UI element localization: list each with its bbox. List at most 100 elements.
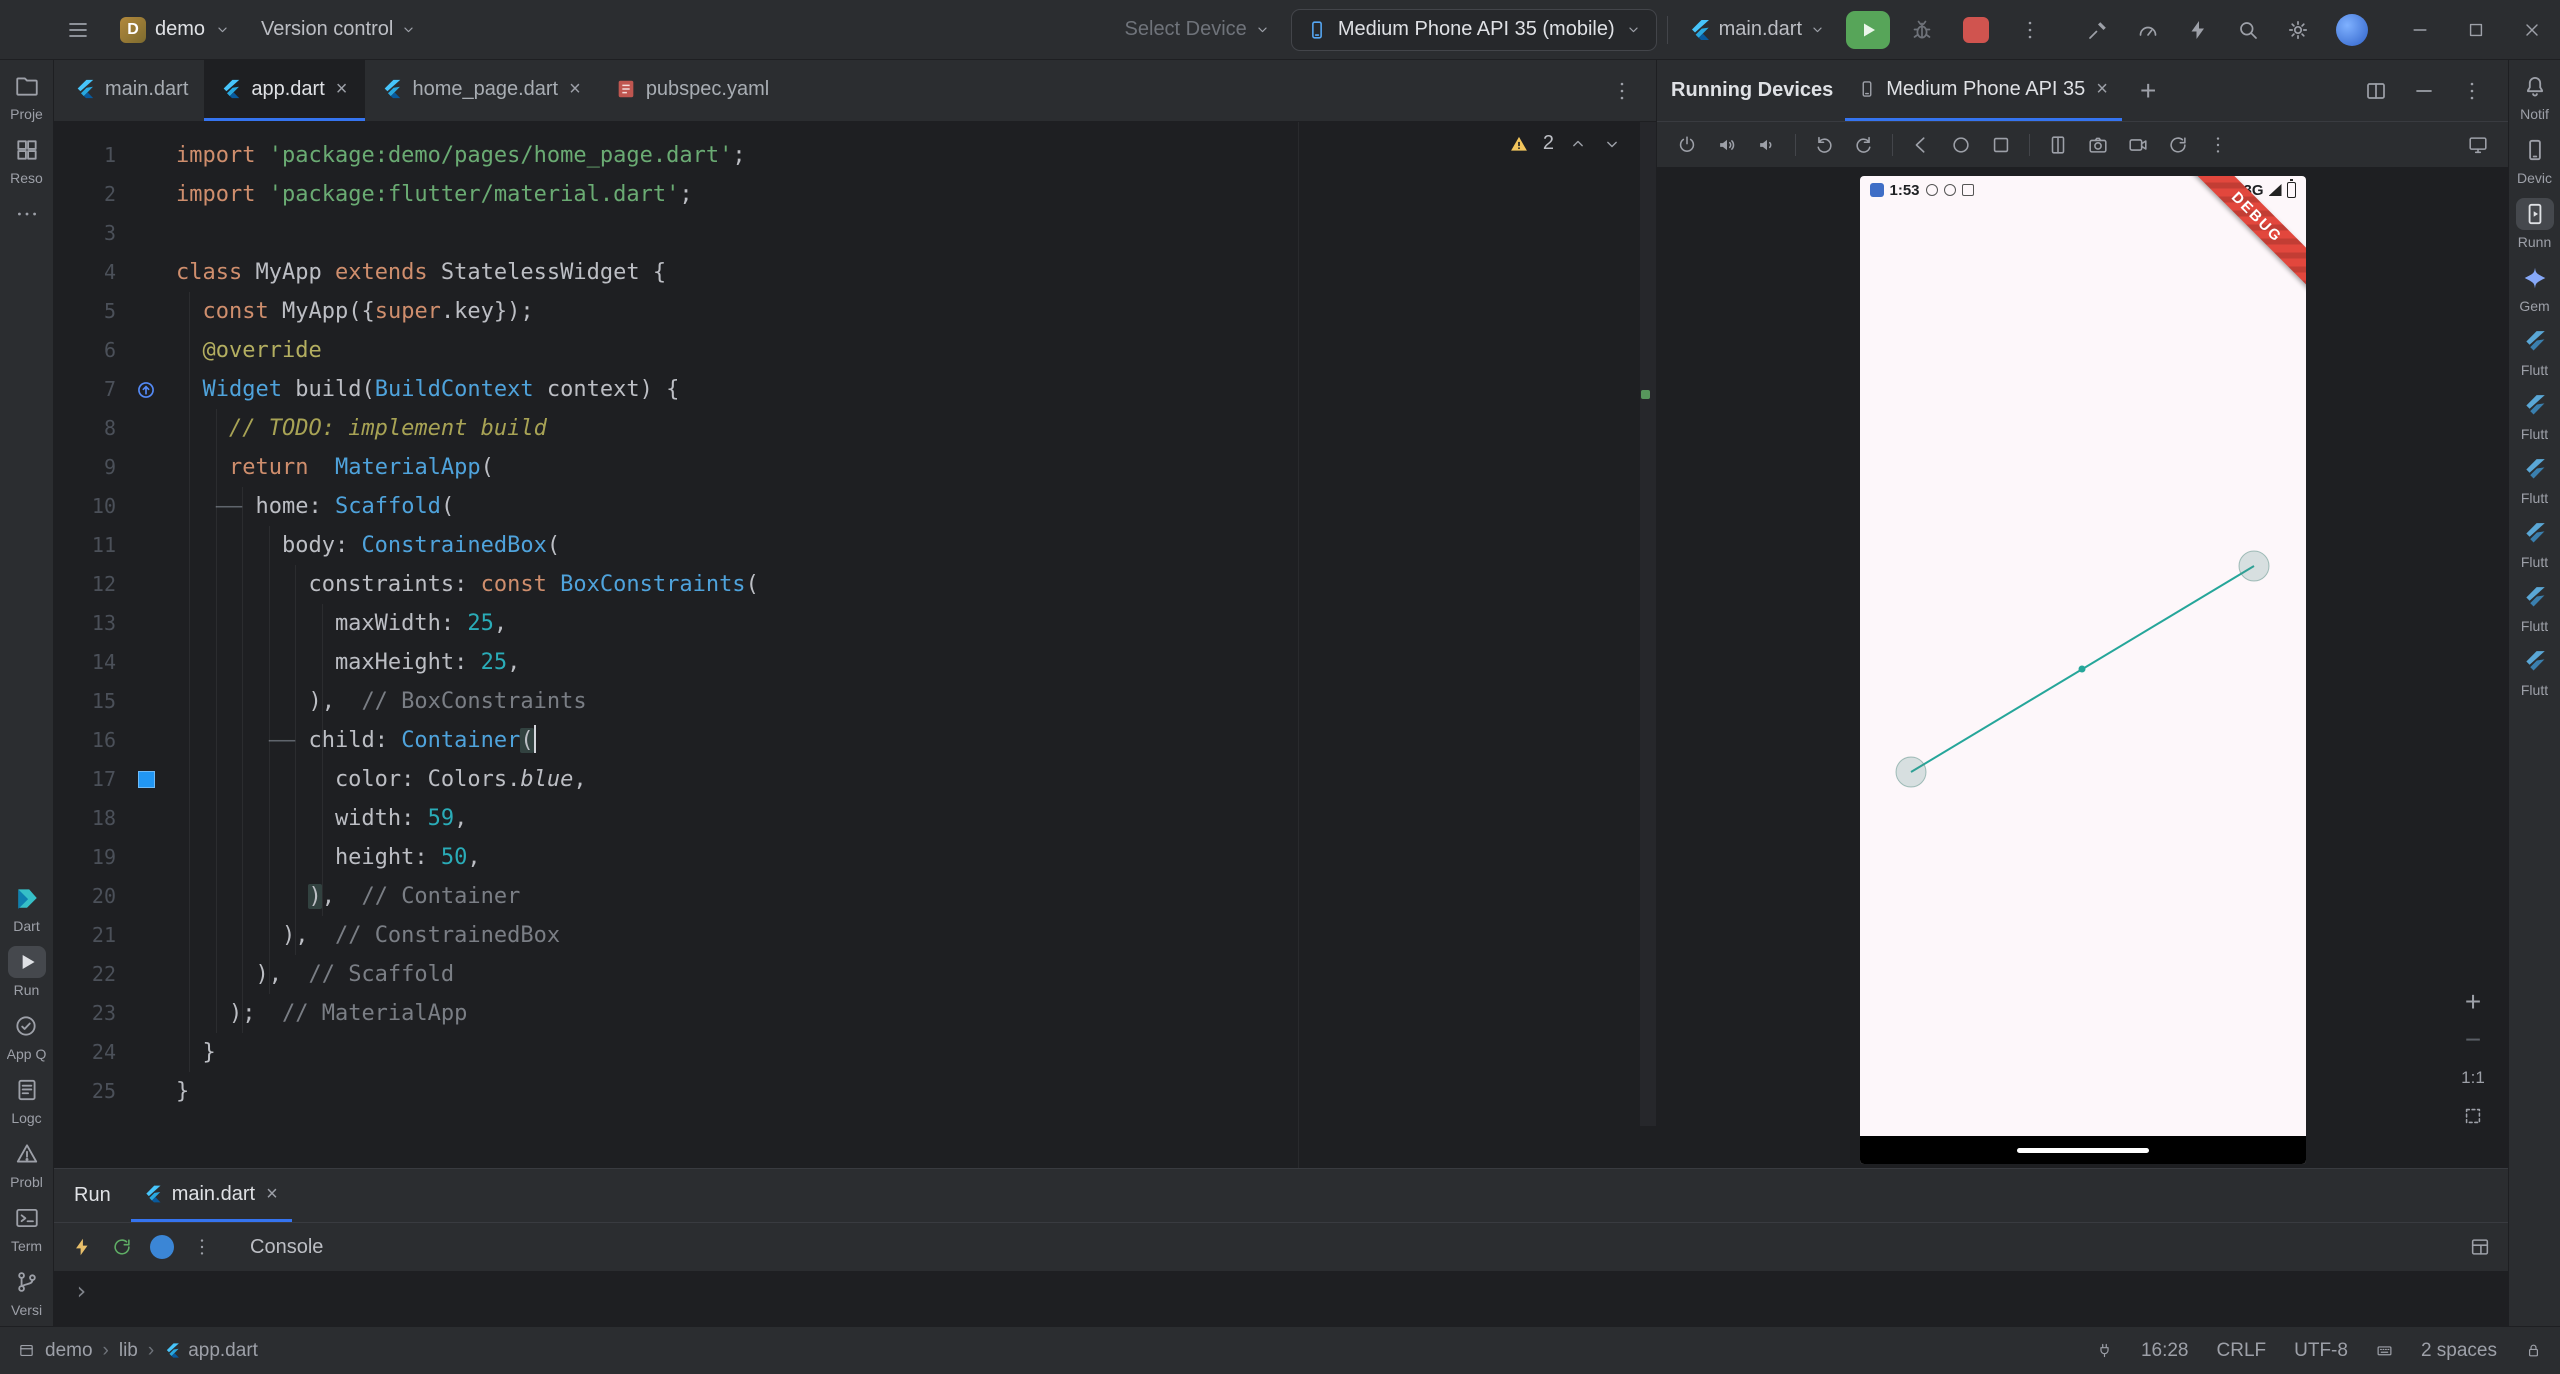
gutter[interactable] — [116, 136, 176, 175]
gutter[interactable] — [116, 409, 176, 448]
gutter[interactable] — [116, 994, 176, 1033]
tool-button-dart-analysis[interactable]: Dart — [8, 882, 46, 934]
tool-button-running-devices[interactable]: Runn — [2515, 198, 2554, 250]
gutter[interactable] — [116, 292, 176, 331]
file-encoding[interactable]: UTF-8 — [2294, 1340, 2348, 1362]
gutter[interactable] — [116, 565, 176, 604]
gutter[interactable] — [116, 682, 176, 721]
tool-button-flutter-performance[interactable]: Flutt — [2516, 326, 2554, 378]
color-swatch-blue[interactable] — [137, 771, 155, 788]
editor-tab-main.dart[interactable]: main.dart — [58, 60, 204, 121]
emulator-screen[interactable]: 1:53 3G DEBUG — [1859, 176, 2306, 1164]
tool-button-flutter-network[interactable]: Flutt — [2516, 582, 2554, 634]
gutter[interactable] — [116, 916, 176, 955]
gutter[interactable] — [116, 799, 176, 838]
inspection-widget[interactable]: 2 — [1509, 132, 1622, 155]
record-screen-button[interactable] — [2120, 127, 2156, 163]
gutter[interactable] — [116, 643, 176, 682]
tool-button-resource-manager[interactable]: Reso — [8, 134, 46, 186]
gutter[interactable] — [116, 1072, 176, 1111]
line-separator[interactable]: CRLF — [2217, 1340, 2267, 1362]
console-output[interactable]: › — [54, 1271, 2508, 1326]
tab-options-button[interactable] — [1600, 69, 1644, 113]
gutter[interactable] — [116, 604, 176, 643]
tool-button-more-tool-windows[interactable] — [8, 198, 46, 234]
gutter[interactable] — [116, 1033, 176, 1072]
device-tab[interactable]: Medium Phone API 35 × — [1845, 60, 2122, 121]
tool-button-app-quality-insights[interactable]: App Q — [7, 1010, 46, 1062]
zoom-reset-button[interactable]: 1:1 — [2454, 1060, 2492, 1096]
project-selector[interactable]: D demo — [110, 11, 241, 49]
gutter[interactable] — [116, 760, 176, 799]
display-settings-button[interactable] — [2460, 127, 2496, 163]
breadcrumb-item[interactable]: lib — [119, 1340, 138, 1362]
cursor-position[interactable]: 16:28 — [2141, 1340, 2189, 1362]
run-config-selector[interactable]: main.dart — [1678, 12, 1836, 48]
stop-button[interactable] — [1954, 8, 1998, 52]
gesture-bar[interactable] — [2016, 1147, 2149, 1153]
layout-settings-button[interactable] — [2462, 1229, 2498, 1265]
close-icon[interactable]: × — [264, 1182, 280, 1206]
console-options-button[interactable] — [184, 1229, 220, 1265]
more-vertical-button[interactable] — [2200, 127, 2236, 163]
run-tab[interactable]: main.dart × — [130, 1169, 292, 1222]
close-icon[interactable]: × — [2094, 77, 2110, 101]
indent-config[interactable]: 2 spaces — [2421, 1340, 2497, 1362]
back-button[interactable] — [1903, 127, 1939, 163]
editor-scrollbar[interactable] — [1640, 122, 1656, 1127]
user-avatar[interactable] — [2336, 13, 2368, 46]
tool-button-device-manager[interactable]: Devic — [2516, 134, 2554, 186]
zoom-fit-button[interactable] — [2454, 1098, 2492, 1134]
tool-button-logcat[interactable]: Logc — [8, 1074, 46, 1126]
plug-icon[interactable] — [2096, 1342, 2113, 1359]
ai-assistant-button[interactable] — [2176, 8, 2220, 52]
breadcrumb-item[interactable]: app.dart — [164, 1340, 258, 1362]
rotate-right-button[interactable] — [1846, 127, 1882, 163]
zoom-in-button[interactable]: + — [2454, 984, 2492, 1020]
close-button[interactable] — [2504, 0, 2560, 60]
screenshot-button[interactable] — [2080, 127, 2116, 163]
gutter[interactable] — [116, 838, 176, 877]
tool-button-notifications[interactable]: Notif — [2516, 70, 2554, 122]
maximize-button[interactable] — [2448, 0, 2504, 60]
volume-down-button[interactable] — [1749, 127, 1785, 163]
run-button[interactable] — [1846, 10, 1890, 49]
debug-button[interactable] — [1900, 8, 1944, 52]
hot-restart-button[interactable] — [104, 1229, 140, 1265]
device-selector[interactable]: Medium Phone API 35 (mobile) — [1290, 8, 1657, 51]
gutter[interactable] — [116, 214, 176, 253]
volume-up-button[interactable] — [1709, 127, 1745, 163]
editor-tab-app.dart[interactable]: app.dart × — [204, 60, 366, 121]
search-button[interactable] — [2226, 8, 2270, 52]
breadcrumb-item[interactable]: demo — [45, 1340, 93, 1362]
close-icon[interactable]: × — [567, 77, 583, 101]
snapshot-button[interactable] — [2160, 127, 2196, 163]
rotate-left-button[interactable] — [1806, 127, 1842, 163]
settings-button[interactable] — [2276, 8, 2320, 52]
tool-button-version-control[interactable]: Versi — [8, 1266, 46, 1318]
editor-tab-home_page.dart[interactable]: home_page.dart × — [365, 60, 598, 121]
tool-button-project[interactable]: Proje — [8, 70, 46, 122]
gutter[interactable] — [116, 526, 176, 565]
gutter[interactable] — [116, 877, 176, 916]
overview-button[interactable] — [1983, 127, 2019, 163]
fold-button[interactable] — [2040, 127, 2076, 163]
hide-panel-button[interactable] — [2402, 69, 2446, 113]
gutter[interactable] — [116, 448, 176, 487]
split-panel-button[interactable] — [2354, 69, 2398, 113]
gutter[interactable] — [116, 331, 176, 370]
lock-icon[interactable] — [2525, 1342, 2542, 1359]
close-icon[interactable]: × — [334, 77, 350, 101]
tool-button-run[interactable]: Run — [7, 946, 46, 998]
keyboard-icon[interactable] — [2376, 1342, 2393, 1359]
editor-tab-pubspec.yaml[interactable]: pubspec.yaml — [599, 60, 785, 121]
code-editor[interactable]: 1 import 'package:demo/pages/home_page.da… — [54, 122, 1656, 1168]
build-button[interactable] — [2076, 8, 2120, 52]
tool-button-gemini[interactable]: Gem — [2516, 262, 2554, 314]
chevron-down-icon[interactable] — [1602, 134, 1622, 154]
tool-button-flutter-inspector[interactable]: Flutt — [2516, 390, 2554, 442]
hot-reload-button[interactable] — [64, 1229, 100, 1265]
console-tab[interactable]: Console — [250, 1236, 323, 1259]
console-prompt[interactable]: › — [74, 1277, 88, 1305]
power-button[interactable] — [1669, 127, 1705, 163]
